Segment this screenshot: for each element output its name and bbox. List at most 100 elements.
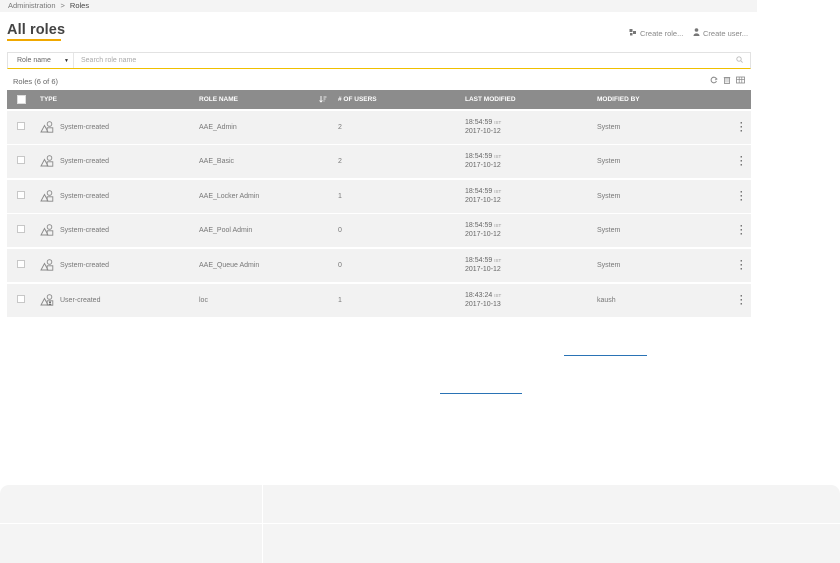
kebab-menu-icon[interactable]: · · ·	[740, 222, 743, 239]
kebab-menu-icon[interactable]: · · ·	[740, 153, 743, 170]
role-user-count: 2	[338, 123, 342, 131]
timezone: IST	[494, 292, 502, 298]
modified-by: System	[597, 123, 621, 131]
breadcrumb-roles: Roles	[69, 1, 90, 10]
create-role-button[interactable]: Create role...	[629, 28, 683, 38]
kebab-menu-icon[interactable]: · · ·	[740, 187, 743, 204]
row-checkbox[interactable]	[17, 156, 25, 165]
modified-by: System	[597, 192, 621, 200]
table-tools	[710, 76, 745, 86]
table-header: TYPE ROLE NAME # OF USERS LAST MODIFIED …	[7, 90, 751, 109]
table-row[interactable]: System-created AAE_Pool Admin 0 18:54:59…	[7, 214, 751, 248]
table-row[interactable]: System-created AAE_Basic 2 18:54:59 IST 2…	[7, 145, 751, 179]
trash-icon[interactable]	[723, 76, 731, 86]
last-modified-date: 2017-10-12	[465, 196, 501, 204]
filter-field-value: Role name	[17, 57, 51, 64]
role-name[interactable]: AAE_Pool Admin	[199, 227, 252, 234]
role-user-count: 1	[338, 192, 342, 200]
cube-icon	[629, 28, 637, 38]
role-name[interactable]: AAE_Basic	[199, 158, 234, 165]
filter-bar: Role name ▼ Search role name	[7, 52, 751, 69]
filter-field-select[interactable]: Role name ▼	[8, 53, 74, 68]
last-modified-date: 2017-10-12	[465, 162, 501, 170]
timezone: IST	[494, 119, 502, 125]
role-user-count: 0	[338, 227, 342, 235]
kebab-menu-icon[interactable]: · · ·	[740, 291, 743, 308]
role-user-count: 1	[338, 296, 342, 304]
row-checkbox[interactable]	[17, 121, 25, 130]
sort-icon[interactable]	[319, 95, 327, 105]
role-icon	[40, 120, 54, 133]
create-user-button[interactable]: Create user...	[693, 28, 748, 38]
role-icon	[40, 155, 54, 167]
refresh-icon[interactable]	[710, 76, 718, 86]
role-user-count: 0	[338, 261, 342, 269]
last-modified-time: 18:54:59 IST	[465, 188, 501, 195]
role-name[interactable]: AAE_Queue Admin	[199, 262, 259, 269]
role-name[interactable]: AAE_Locker Admin	[199, 193, 259, 200]
timezone: IST	[494, 154, 502, 160]
role-name[interactable]: loc	[199, 297, 208, 304]
role-icon	[40, 190, 54, 202]
last-modified-date: 2017-10-13	[465, 300, 501, 308]
time-value: 18:54:59	[465, 256, 493, 264]
page-title: All roles	[7, 22, 66, 38]
column-header-type[interactable]: TYPE	[40, 96, 57, 103]
role-icon	[40, 259, 54, 271]
table-row[interactable]: System-created AAE_Queue Admin 0 18:54:5…	[7, 248, 751, 282]
last-modified-time: 18:54:59 IST	[465, 257, 501, 264]
timezone: IST	[494, 223, 502, 229]
time-value: 18:54:59	[465, 118, 493, 126]
timezone: IST	[494, 188, 502, 194]
last-modified-time: 18:43:24 IST	[465, 292, 501, 299]
user-role-icon	[40, 293, 54, 306]
time-value: 18:54:59	[465, 222, 493, 230]
column-header-last-modified[interactable]: LAST MODIFIED	[465, 96, 516, 103]
modified-by: System	[597, 158, 621, 166]
breadcrumb: Administration > Roles	[0, 0, 757, 12]
bottom-panel	[0, 485, 840, 563]
table-row[interactable]: System-created AAE_Admin 2 18:54:59 IST 2…	[7, 110, 751, 144]
panel-divider-vertical	[262, 485, 263, 563]
kebab-menu-icon[interactable]: · · ·	[740, 256, 743, 273]
table-row[interactable]: User-created loc 1 18:43:24 IST 2017-10-1…	[7, 283, 751, 317]
last-modified-date: 2017-10-12	[465, 231, 501, 239]
row-checkbox[interactable]	[17, 190, 25, 199]
column-header-modified-by[interactable]: MODIFIED BY	[597, 96, 640, 103]
title-underline	[7, 39, 61, 41]
row-checkbox[interactable]	[17, 259, 25, 268]
column-header-users[interactable]: # OF USERS	[338, 96, 377, 103]
modified-by: System	[597, 261, 621, 269]
search-input[interactable]: Search role name	[74, 57, 736, 64]
row-checkbox[interactable]	[17, 225, 25, 234]
last-modified-time: 18:54:59 IST	[465, 153, 501, 160]
table-row[interactable]: System-created AAE_Locker Admin 1 18:54:…	[7, 179, 751, 213]
time-value: 18:43:24	[465, 291, 493, 299]
modified-by: kaush	[597, 296, 616, 304]
person-icon	[693, 28, 700, 38]
column-header-role-name[interactable]: ROLE NAME	[199, 96, 238, 103]
role-type: System-created	[60, 158, 110, 166]
panel-divider-horizontal	[0, 523, 840, 524]
select-all-checkbox[interactable]	[17, 95, 26, 104]
create-user-label: Create user...	[703, 28, 749, 38]
role-type: User-created	[60, 296, 101, 304]
time-value: 18:54:59	[465, 187, 493, 195]
role-type: System-created	[60, 261, 110, 269]
breadcrumb-separator: >	[60, 1, 65, 10]
create-role-label: Create role...	[640, 28, 684, 38]
role-type: System-created	[60, 192, 110, 200]
roles-count: Roles (6 of 6)	[13, 77, 59, 86]
role-type: System-created	[60, 227, 110, 235]
role-name[interactable]: AAE_Admin	[199, 124, 237, 131]
search-icon[interactable]	[736, 56, 750, 65]
last-modified-time: 18:54:59 IST	[465, 222, 501, 229]
columns-icon[interactable]	[736, 76, 745, 86]
kebab-menu-icon[interactable]: · · ·	[740, 118, 743, 135]
timezone: IST	[494, 257, 502, 263]
row-checkbox[interactable]	[17, 294, 25, 303]
breadcrumb-administration[interactable]: Administration	[8, 1, 56, 10]
link-underline	[564, 355, 647, 356]
roles-table: TYPE ROLE NAME # OF USERS LAST MODIFIED …	[7, 90, 751, 317]
link-underline	[440, 393, 522, 394]
